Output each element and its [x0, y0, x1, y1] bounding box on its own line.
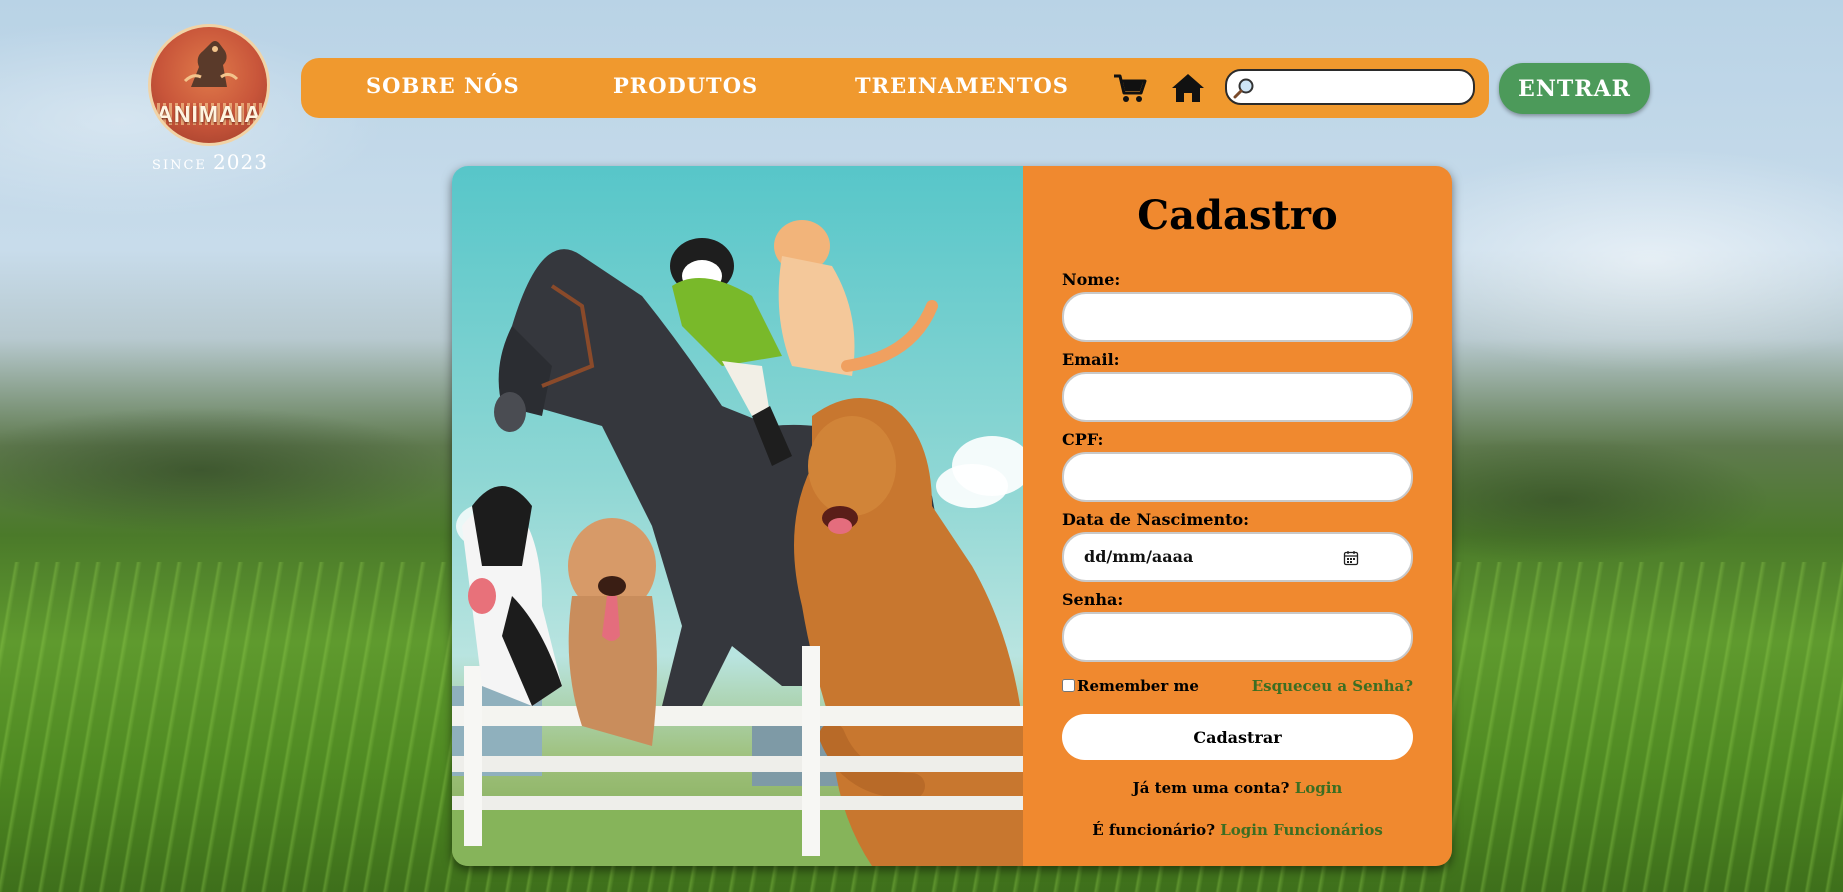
logo-since-year: 2023: [213, 150, 268, 174]
name-field[interactable]: [1062, 292, 1413, 342]
signup-card: Cadastro Nome: Email: CPF: Data de Nasci…: [452, 166, 1452, 866]
login-button[interactable]: ENTRAR: [1499, 63, 1650, 114]
nav-products[interactable]: PRODUTOS: [613, 73, 758, 98]
site-logo[interactable]: ANIMAIA SINCE 2023: [148, 24, 274, 174]
login-prompt-text: Já tem uma conta?: [1132, 779, 1290, 797]
animals-artwork: [452, 220, 1023, 866]
employee-login-link[interactable]: Login Funcionários: [1220, 821, 1383, 839]
horse-logo-icon: [183, 41, 239, 87]
employee-prompt-text: É funcionário?: [1092, 821, 1215, 839]
register-button[interactable]: Cadastrar: [1062, 714, 1413, 760]
email-field[interactable]: [1062, 372, 1413, 422]
email-label: Email:: [1062, 350, 1120, 369]
logo-since: SINCE 2023: [148, 150, 272, 174]
forgot-password-link[interactable]: Esqueceu a Senha?: [1252, 677, 1413, 695]
login-prompt: Já tem uma conta? Login: [1023, 779, 1452, 797]
password-label: Senha:: [1062, 590, 1124, 609]
logo-name: ANIMAIA: [156, 101, 262, 127]
cpf-label: CPF:: [1062, 430, 1104, 449]
birthdate-placeholder: dd/mm/aaaa: [1084, 547, 1194, 566]
search-input[interactable]: [1225, 69, 1475, 105]
remember-me-checkbox[interactable]: [1062, 679, 1075, 692]
signup-form: Cadastro Nome: Email: CPF: Data de Nasci…: [1023, 166, 1452, 866]
logo-since-label: SINCE: [152, 158, 207, 173]
name-label: Nome:: [1062, 270, 1121, 289]
login-link[interactable]: Login: [1295, 779, 1343, 797]
employee-prompt: É funcionário? Login Funcionários: [1023, 821, 1452, 839]
password-field[interactable]: [1062, 612, 1413, 662]
birthdate-label: Data de Nascimento:: [1062, 510, 1250, 529]
cart-icon[interactable]: [1113, 72, 1147, 104]
main-navbar: SOBRE NÓS PRODUTOS TREINAMENTOS: [301, 58, 1489, 118]
home-icon[interactable]: [1170, 72, 1206, 104]
animals-illustration: [452, 166, 1023, 866]
nav-about-us[interactable]: SOBRE NÓS: [366, 73, 520, 98]
nav-trainings[interactable]: TREINAMENTOS: [855, 73, 1069, 98]
cpf-field[interactable]: [1062, 452, 1413, 502]
form-title: Cadastro: [1137, 192, 1338, 239]
calendar-icon[interactable]: [1343, 550, 1359, 566]
remember-me-label: Remember me: [1077, 677, 1199, 695]
logo-badge: ANIMAIA: [148, 24, 270, 146]
